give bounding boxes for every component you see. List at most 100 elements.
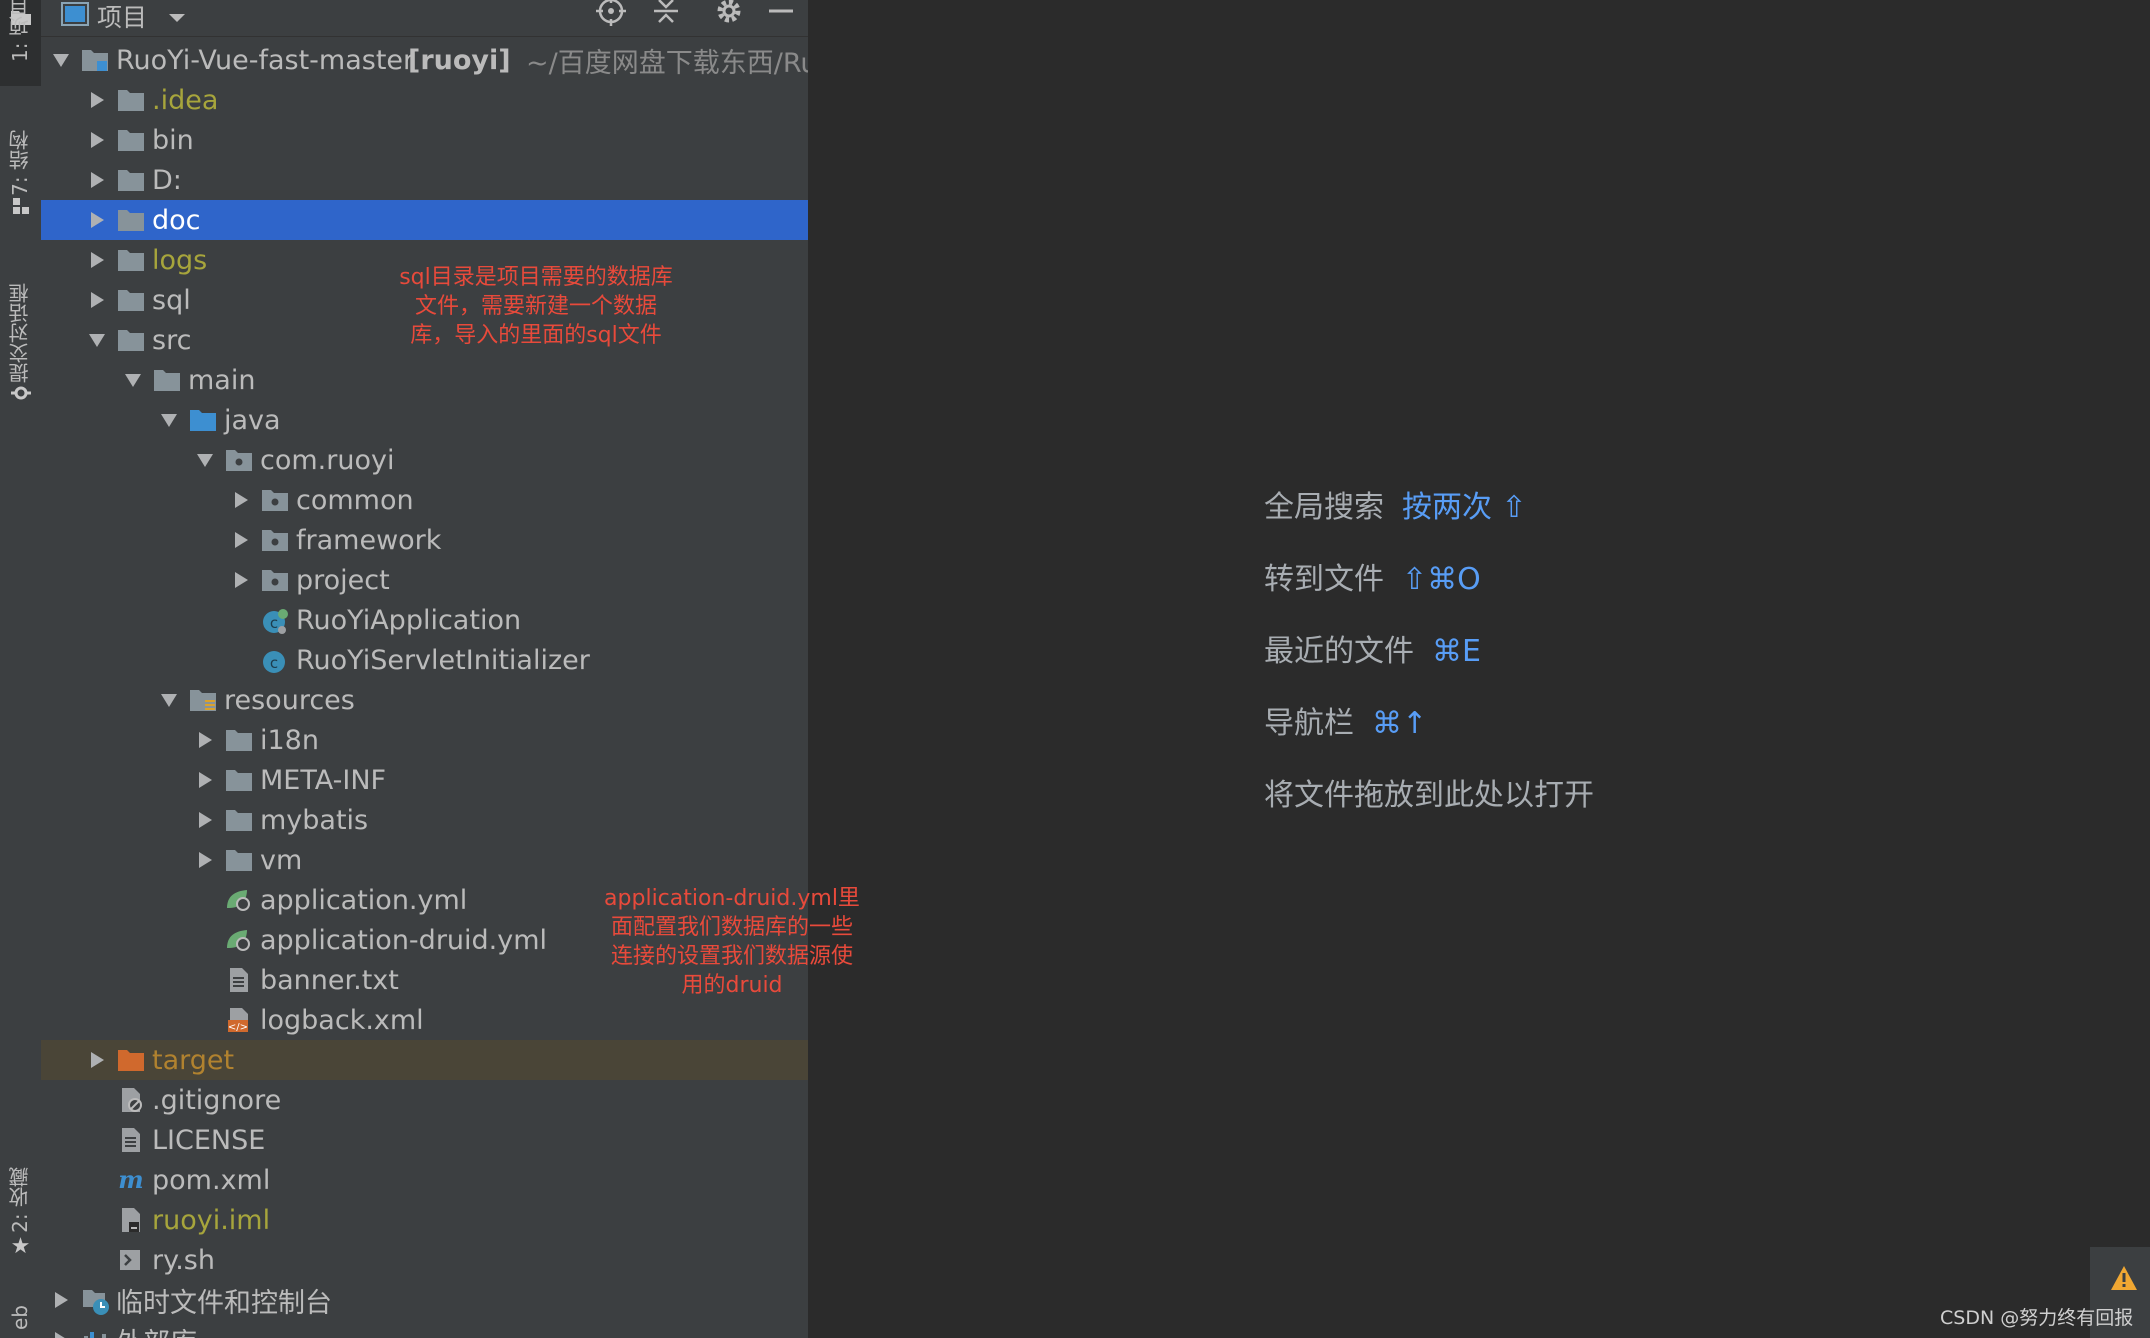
tree-item[interactable]: 临时文件和控制台 xyxy=(41,1280,808,1320)
chevron-down-icon[interactable] xyxy=(53,54,69,67)
tree-item-label: bin xyxy=(152,124,194,156)
tree-item[interactable]: project xyxy=(41,560,808,600)
tree-item-label: sql xyxy=(152,284,191,316)
tree-item[interactable]: META-INF xyxy=(41,760,808,800)
hint-navigation-bar: 导航栏 ⌘↑ xyxy=(1264,698,1427,742)
chevron-down-icon[interactable] xyxy=(168,2,186,31)
chevron-down-icon[interactable] xyxy=(161,694,177,707)
chevron-right-icon[interactable] xyxy=(91,132,104,148)
project-tool-tab[interactable]: 1: 项目 xyxy=(0,0,41,86)
sql-annotation-line: 文件，需要新建一个数据 xyxy=(414,294,657,319)
chevron-right-icon[interactable] xyxy=(235,492,248,508)
tree-item-label: common xyxy=(296,484,414,516)
tree-item[interactable]: main xyxy=(41,360,808,400)
tree-item-label: java xyxy=(224,404,281,436)
package-icon xyxy=(261,528,289,552)
module-path: ~/百度网盘下载东西/RuoY xyxy=(526,47,808,79)
collapse-all-icon[interactable] xyxy=(651,0,681,32)
chevron-down-icon[interactable] xyxy=(197,454,213,467)
chevron-right-icon[interactable] xyxy=(199,732,212,748)
excluded-folder-icon xyxy=(117,1048,145,1072)
tree-item-label: RuoYiApplication xyxy=(296,604,522,636)
tree-item-label: .gitignore xyxy=(152,1084,282,1116)
tree-item[interactable]: doc xyxy=(41,200,808,240)
tree-item-label: .idea xyxy=(152,84,219,116)
tree-item-label: D: xyxy=(152,164,182,196)
tree-item[interactable]: LICENSE xyxy=(41,1120,808,1160)
chevron-right-icon[interactable] xyxy=(91,172,104,188)
chevron-right-icon[interactable] xyxy=(55,1292,68,1308)
tree-item[interactable]: target xyxy=(41,1040,808,1080)
hide-panel-icon[interactable] xyxy=(768,0,794,32)
commit-icon xyxy=(10,383,31,411)
tree-item[interactable]: 外部库 xyxy=(41,1320,808,1338)
tree-item[interactable]: D: xyxy=(41,160,808,200)
chevron-right-icon[interactable] xyxy=(199,772,212,788)
commit-tool-tab[interactable]: 提交对话框 xyxy=(0,283,41,428)
tree-item-label: logs xyxy=(152,244,208,276)
tree-item[interactable]: com.ruoyi xyxy=(41,440,808,480)
tree-item[interactable]: common xyxy=(41,480,808,520)
svg-text:c: c xyxy=(270,614,278,632)
project-panel: 项目 RuoYi-Vue-fast-master [ruoyi] ~/百度网盘下载东… xyxy=(41,0,808,1338)
tree-item[interactable]: resources xyxy=(41,680,808,720)
structure-tool-tab[interactable]: 7: 结构 xyxy=(0,130,41,240)
tree-item-label: framework xyxy=(296,524,442,556)
chevron-right-icon[interactable] xyxy=(199,852,212,868)
chevron-down-icon[interactable] xyxy=(125,374,141,387)
tree-item-label: doc xyxy=(152,204,201,236)
project-view-icon xyxy=(61,2,89,32)
chevron-right-icon[interactable] xyxy=(91,1052,104,1068)
tree-item-label: banner.txt xyxy=(260,964,399,996)
gear-icon[interactable] xyxy=(714,0,744,32)
chevron-right-icon[interactable] xyxy=(235,572,248,588)
tree-item[interactable]: </> logback.xml xyxy=(41,1000,808,1040)
tree-item[interactable]: ry.sh xyxy=(41,1240,808,1280)
chevron-right-icon[interactable] xyxy=(55,1332,68,1338)
hint-shortcut: ⌘E xyxy=(1432,634,1481,669)
tree-item[interactable]: .gitignore xyxy=(41,1080,808,1120)
sql-annotation-line: sql目录是项目需要的数据库 xyxy=(399,265,673,290)
hint-recent-files: 最近的文件 ⌘E xyxy=(1264,626,1481,670)
tree-item[interactable]: .idea xyxy=(41,80,808,120)
tree-item-label: resources xyxy=(224,684,355,716)
tree-item[interactable]: framework xyxy=(41,520,808,560)
druid-annotation-line: application-druid.yml里 xyxy=(604,886,860,911)
tree-item[interactable]: ruoyi.iml xyxy=(41,1200,808,1240)
chevron-down-icon[interactable] xyxy=(161,414,177,427)
tree-item-label: vm xyxy=(260,844,303,876)
tree-item-label: logback.xml xyxy=(260,1004,424,1036)
tree-item[interactable]: c RuoYiApplication xyxy=(41,600,808,640)
tree-item[interactable]: RuoYi-Vue-fast-master [ruoyi] ~/百度网盘下载东西/R… xyxy=(41,40,808,80)
tree-item[interactable]: mybatis xyxy=(41,800,808,840)
locate-target-icon[interactable] xyxy=(596,0,626,32)
hint-label: 转到文件 xyxy=(1264,562,1384,597)
web-tool-tab[interactable]: eb xyxy=(0,1305,41,1338)
chevron-right-icon[interactable] xyxy=(199,812,212,828)
tree-item-label: RuoYiServletInitializer xyxy=(296,644,590,676)
package-icon xyxy=(261,568,289,592)
tree-item[interactable]: c RuoYiServletInitializer xyxy=(41,640,808,680)
favorites-tool-tab[interactable]: 2: 收藏 ★ xyxy=(0,1167,41,1277)
tree-item-label: LICENSE xyxy=(152,1124,266,1156)
chevron-right-icon[interactable] xyxy=(91,212,104,228)
tree-item[interactable]: bin xyxy=(41,120,808,160)
chevron-right-icon[interactable] xyxy=(235,532,248,548)
folder-icon xyxy=(117,88,145,112)
svg-text:c: c xyxy=(270,654,278,672)
tree-item-label: RuoYi-Vue-fast-master xyxy=(116,44,415,76)
tree-item[interactable]: i18n xyxy=(41,720,808,760)
chevron-right-icon[interactable] xyxy=(91,92,104,108)
chevron-right-icon[interactable] xyxy=(91,252,104,268)
folder-icon xyxy=(117,208,145,232)
tree-item[interactable]: java xyxy=(41,400,808,440)
tree-item-label: mybatis xyxy=(260,804,369,836)
tool-window-strip: 1: 项目 7: 结构 提交对话框 2: 收藏 ★ eb xyxy=(0,0,42,1338)
text-file-icon xyxy=(225,968,253,992)
maven-icon: m xyxy=(117,1165,145,1194)
tree-item-label: project xyxy=(296,564,390,596)
tree-item[interactable]: vm xyxy=(41,840,808,880)
chevron-down-icon[interactable] xyxy=(89,334,105,347)
tree-item[interactable]: m pom.xml xyxy=(41,1160,808,1200)
chevron-right-icon[interactable] xyxy=(91,292,104,308)
